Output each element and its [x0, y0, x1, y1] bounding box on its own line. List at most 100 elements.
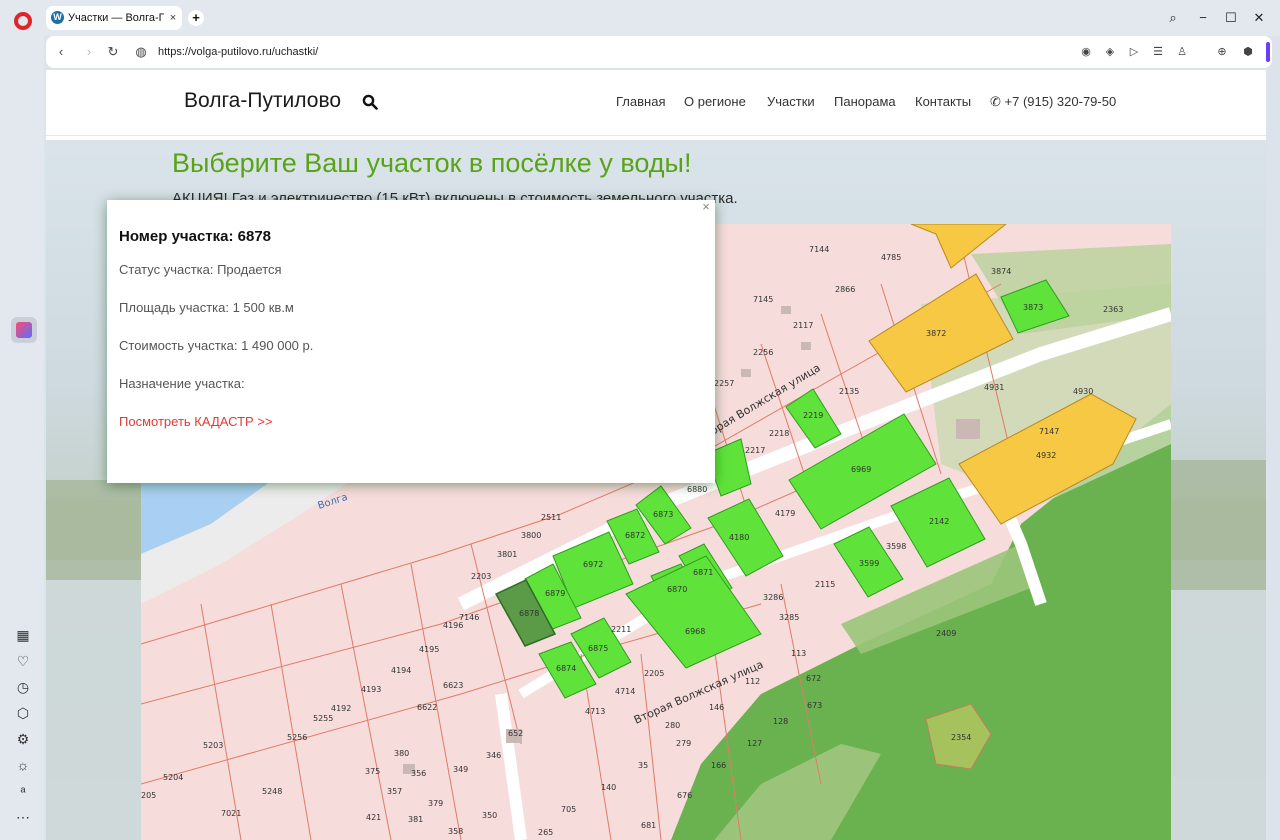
plot-number-4932[interactable]: 4932	[1036, 451, 1056, 460]
plot-number-112[interactable]: 112	[745, 677, 760, 686]
plot-number-6880[interactable]: 6880	[687, 485, 707, 494]
plot-number-7145[interactable]: 7145	[753, 295, 773, 304]
plot-number-5204[interactable]: 5204	[163, 773, 183, 782]
plot-number-357[interactable]: 357	[387, 787, 402, 796]
plot-number-2866[interactable]: 2866	[835, 285, 855, 294]
plot-number-2511[interactable]: 2511	[541, 513, 561, 522]
plot-number-113[interactable]: 113	[791, 649, 806, 658]
plot-number-2115[interactable]: 2115	[815, 580, 835, 589]
nav-about-region[interactable]: О регионе	[684, 94, 746, 109]
plot-number-2217[interactable]: 2217	[745, 446, 765, 455]
plot-number-6879[interactable]: 6879	[545, 589, 565, 598]
back-icon[interactable]: ‹	[52, 43, 70, 61]
plot-number-265[interactable]: 265	[538, 828, 553, 837]
plot-number-3598[interactable]: 3598	[886, 542, 906, 551]
plot-number-3285[interactable]: 3285	[779, 613, 799, 622]
plot-number-2117[interactable]: 2117	[793, 321, 813, 330]
plot-number-6969[interactable]: 6969	[851, 465, 871, 474]
plot-number-5248[interactable]: 5248	[262, 787, 282, 796]
new-tab-plus-icon[interactable]: +	[188, 10, 204, 26]
plot-number-4194[interactable]: 4194	[391, 666, 411, 675]
plot-number-4192[interactable]: 4192	[331, 704, 351, 713]
popup-close-icon[interactable]: ×	[699, 200, 713, 214]
plot-number-4179[interactable]: 4179	[775, 509, 795, 518]
close-window-icon[interactable]: ✕	[1250, 9, 1268, 27]
more-dots-icon[interactable]: ⋯	[14, 808, 32, 826]
plot-number-358[interactable]: 358	[448, 827, 463, 836]
plot-number-3872[interactable]: 3872	[926, 329, 946, 338]
send-icon[interactable]: ▷	[1126, 44, 1142, 60]
plot-number-4195[interactable]: 4195	[419, 645, 439, 654]
tab-search-icon[interactable]: ⌕	[1164, 9, 1182, 27]
plot-number-3800[interactable]: 3800	[521, 531, 541, 540]
plot-number-166[interactable]: 166	[711, 761, 726, 770]
translate-icon[interactable]: ᵃ	[14, 782, 32, 800]
plot-number-279[interactable]: 279	[676, 739, 691, 748]
plot-number-6871[interactable]: 6871	[693, 568, 713, 577]
history-clock-icon[interactable]: ◷	[14, 678, 32, 696]
plot-number-140[interactable]: 140	[601, 783, 616, 792]
bookmarks-heart-icon[interactable]: ♡	[14, 652, 32, 670]
tab-close-icon[interactable]: ×	[164, 6, 182, 30]
plot-number-3873[interactable]: 3873	[1023, 303, 1043, 312]
plot-number-3874[interactable]: 3874	[991, 267, 1011, 276]
plot-number-4196[interactable]: 4196	[443, 621, 463, 630]
plot-number-676[interactable]: 676	[677, 791, 692, 800]
plot-number-6875[interactable]: 6875	[588, 644, 608, 653]
plot-number-681[interactable]: 681	[641, 821, 656, 830]
plot-number-4785[interactable]: 4785	[881, 253, 901, 262]
plot-number-705[interactable]: 705	[561, 805, 576, 814]
plot-number-127[interactable]: 127	[747, 739, 762, 748]
plot-number-205[interactable]: 205	[141, 791, 156, 800]
plot-number-6874[interactable]: 6874	[556, 664, 576, 673]
plot-number-2135[interactable]: 2135	[839, 387, 859, 396]
maximize-icon[interactable]: ☐	[1222, 9, 1240, 27]
minimize-icon[interactable]: −	[1194, 9, 1212, 27]
plot-number-349[interactable]: 349	[453, 765, 468, 774]
plot-number-375[interactable]: 375	[365, 767, 380, 776]
reload-icon[interactable]: ↻	[104, 43, 122, 61]
plot-number-2203[interactable]: 2203	[471, 572, 491, 581]
easy-setup-icon[interactable]: ☰	[1150, 44, 1166, 60]
plot-number-6972[interactable]: 6972	[583, 560, 603, 569]
plot-number-7021[interactable]: 7021	[221, 809, 241, 818]
plot-number-379[interactable]: 379	[428, 799, 443, 808]
site-brand[interactable]: Волга-Путилово	[184, 89, 341, 113]
extensions-icon[interactable]: ⬢	[1240, 44, 1256, 60]
plot-number-2354[interactable]: 2354	[951, 733, 971, 742]
speed-dial-icon[interactable]: ▦	[14, 626, 32, 644]
plot-number-35[interactable]: 35	[638, 761, 648, 770]
profile-icon[interactable]: ♙	[1174, 44, 1190, 60]
phone-link[interactable]: ✆ +7 (915) 320-79-50	[990, 94, 1116, 110]
forward-icon[interactable]: ›	[80, 43, 98, 61]
tips-bulb-icon[interactable]: ☼	[14, 756, 32, 774]
nav-contacts[interactable]: Контакты	[915, 94, 971, 109]
plot-number-4931[interactable]: 4931	[984, 383, 1004, 392]
plot-number-7144[interactable]: 7144	[809, 245, 829, 254]
plot-number-2205[interactable]: 2205	[644, 669, 664, 678]
plot-number-3286[interactable]: 3286	[763, 593, 783, 602]
tab-active[interactable]: W Участки — Волга-Путилово ×	[46, 6, 182, 30]
plot-number-7147[interactable]: 7147	[1039, 427, 1059, 436]
plot-number-2256[interactable]: 2256	[753, 348, 773, 357]
plot-number-673[interactable]: 673	[807, 701, 822, 710]
plot-number-7146[interactable]: 7146	[459, 613, 479, 622]
plot-number-2363[interactable]: 2363	[1103, 305, 1123, 314]
plot-number-350[interactable]: 350	[482, 811, 497, 820]
snapshot-camera-icon[interactable]: ◉	[1078, 44, 1094, 60]
plot-number-421[interactable]: 421	[366, 813, 381, 822]
cadastre-link[interactable]: Посмотреть КАДАСТР >>	[119, 414, 273, 429]
plot-number-2211[interactable]: 2211	[611, 625, 631, 634]
plot-number-146[interactable]: 146	[709, 703, 724, 712]
plot-number-2142[interactable]: 2142	[929, 517, 949, 526]
nav-plots[interactable]: Участки	[767, 94, 815, 109]
plot-number-4193[interactable]: 4193	[361, 685, 381, 694]
plot-number-2219[interactable]: 2219	[803, 411, 823, 420]
plot-number-5256[interactable]: 5256	[287, 733, 307, 742]
plot-number-356[interactable]: 356	[411, 769, 426, 778]
search-icon[interactable]	[362, 94, 378, 110]
plot-number-6870[interactable]: 6870	[667, 585, 687, 594]
plot-number-5203[interactable]: 5203	[203, 741, 223, 750]
plot-number-4930[interactable]: 4930	[1073, 387, 1093, 396]
plot-number-672[interactable]: 672	[806, 674, 821, 683]
